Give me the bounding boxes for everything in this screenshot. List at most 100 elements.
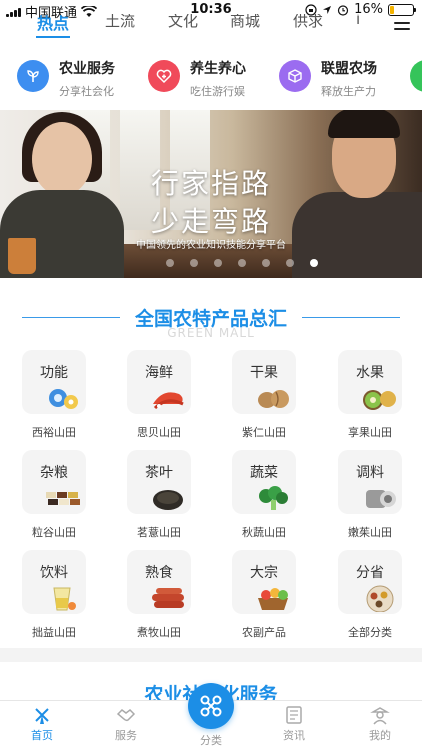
- service-subtitle: 分享社会化: [59, 85, 114, 98]
- walnut-icon: [258, 390, 289, 408]
- carousel-dot[interactable]: [214, 259, 222, 267]
- tab-hot[interactable]: 热点: [37, 14, 69, 38]
- grain-icon: [46, 492, 80, 505]
- quick-services: 农业服务 分享社会化 养生养心 吃住游行娱 联盟农场 释放生产力: [0, 52, 422, 106]
- man-hair: [328, 110, 400, 138]
- category-caption: 全部分类: [348, 626, 392, 639]
- category-tile[interactable]: 干果: [232, 350, 296, 414]
- category-label: 大宗: [250, 565, 278, 581]
- heart-plus-icon: [148, 60, 180, 92]
- sprout-icon: [17, 60, 49, 92]
- category-tile[interactable]: 茶叶: [127, 450, 191, 514]
- category-label: 茶叶: [145, 465, 173, 481]
- tab-home[interactable]: 首页: [12, 705, 72, 743]
- active-tab-indicator: [36, 36, 70, 38]
- category-caption: 紫仁山田: [242, 426, 286, 439]
- product-category[interactable]: 分省 全部分类: [324, 550, 420, 646]
- product-category[interactable]: 熟食 煮牧山田: [113, 550, 209, 646]
- carousel-dot[interactable]: [310, 259, 318, 267]
- category-icon: [200, 695, 222, 717]
- category-label: 蔬菜: [250, 465, 278, 481]
- service-partial[interactable]: [410, 52, 422, 106]
- category-tile[interactable]: 熟食: [127, 550, 191, 614]
- category-caption: 茗薏山田: [137, 526, 181, 539]
- tea-icon: [153, 490, 183, 510]
- product-category[interactable]: 海鲜 思贝山田: [113, 350, 209, 446]
- news-icon: [286, 706, 302, 724]
- product-category[interactable]: 水果 享果山田: [324, 350, 420, 446]
- bottom-tab-bar: 首页 服务 分类 资讯 我的: [0, 683, 422, 750]
- category-label: 分省: [356, 565, 384, 581]
- leaf-icon: [410, 60, 422, 92]
- category-tile[interactable]: 饮料: [22, 550, 86, 614]
- carousel-dot[interactable]: [238, 259, 246, 267]
- category-tile[interactable]: 水果: [338, 350, 402, 414]
- category-tile[interactable]: 蔬菜: [232, 450, 296, 514]
- tab-mall[interactable]: 商城: [230, 14, 260, 38]
- tab-label: 服务: [115, 729, 137, 742]
- tab-culture[interactable]: 文化: [168, 14, 198, 38]
- service-subtitle: 释放生产力: [321, 85, 376, 98]
- category-label: 熟食: [145, 565, 173, 581]
- category-tile[interactable]: 功能: [22, 350, 86, 414]
- category-caption: 秋蔬山田: [242, 526, 286, 539]
- category-caption: 享果山田: [348, 426, 392, 439]
- service-wellness[interactable]: 养生养心 吃住游行娱: [148, 52, 268, 106]
- tab-label: 我的: [369, 729, 391, 742]
- carousel-dot[interactable]: [166, 259, 174, 267]
- category-tile[interactable]: 调料: [338, 450, 402, 514]
- product-category[interactable]: 干果 紫仁山田: [218, 350, 314, 446]
- kiwi-icon: [363, 390, 396, 410]
- menu-icon[interactable]: [394, 22, 410, 34]
- windmill-icon: [35, 708, 49, 724]
- carousel-dot[interactable]: [262, 259, 270, 267]
- seasoning-icon: [366, 490, 396, 508]
- banner-tagline: 中国领先的农业知识技能分享平台: [136, 240, 286, 251]
- category-button[interactable]: [188, 683, 234, 729]
- farmer-icon: [370, 707, 390, 725]
- carousel-dot[interactable]: [190, 259, 198, 267]
- category-caption: 粒谷山田: [32, 526, 76, 539]
- category-label: 干果: [250, 365, 278, 381]
- product-category[interactable]: 饮料 拙益山田: [8, 550, 104, 646]
- tab-supply[interactable]: 供求: [293, 14, 323, 38]
- carousel-dot[interactable]: [286, 259, 294, 267]
- service-agriculture[interactable]: 农业服务 分享社会化: [17, 52, 137, 106]
- product-category[interactable]: 茶叶 茗薏山田: [113, 450, 209, 546]
- product-category[interactable]: 调料 嫩茱山田: [324, 450, 420, 546]
- location-icon: [323, 5, 332, 14]
- banner-headline-1: 行家指路: [150, 167, 271, 200]
- tab-service[interactable]: 服务: [96, 705, 156, 743]
- category-label: 饮料: [40, 565, 68, 581]
- category-label: 海鲜: [145, 365, 173, 381]
- service-alliance-farm[interactable]: 联盟农场 释放生产力: [279, 52, 399, 106]
- tab-profile[interactable]: 我的: [350, 705, 410, 743]
- basket-icon: [258, 588, 288, 610]
- product-category[interactable]: 功能 西裕山田: [8, 350, 104, 446]
- product-category[interactable]: 杂粮 粒谷山田: [8, 450, 104, 546]
- tab-more[interactable]: i: [356, 14, 360, 38]
- cube-icon: [279, 60, 311, 92]
- product-category[interactable]: 大宗 农副产品: [218, 550, 314, 646]
- tab-land[interactable]: 土流: [105, 14, 135, 38]
- section-header: GREEN MALL 全国农特产品总汇: [0, 302, 422, 346]
- tab-label: 资讯: [283, 729, 305, 742]
- service-title: 农业服务: [59, 61, 115, 77]
- banner-headline-2: 少走弯路: [150, 205, 271, 238]
- handshake-icon: [116, 709, 136, 722]
- tab-label: 首页: [31, 729, 53, 742]
- category-tile[interactable]: 海鲜: [127, 350, 191, 414]
- category-tile[interactable]: 大宗: [232, 550, 296, 614]
- broccoli-icon: [259, 486, 288, 510]
- category-tile[interactable]: 杂粮: [22, 450, 86, 514]
- product-category[interactable]: 蔬菜 秋蔬山田: [218, 450, 314, 546]
- category-label: 功能: [40, 365, 68, 381]
- banner-carousel[interactable]: 行家指路 少走弯路 中国领先的农业知识技能分享平台: [0, 110, 422, 278]
- service-title: 联盟农场: [321, 61, 377, 77]
- tab-news[interactable]: 资讯: [264, 705, 324, 743]
- category-caption: 拙益山田: [32, 626, 76, 639]
- gear-icon: [49, 389, 78, 409]
- category-caption: 煮牧山田: [137, 626, 181, 639]
- category-tile[interactable]: 分省: [338, 550, 402, 614]
- section-title: 全国农特产品总汇: [134, 308, 287, 330]
